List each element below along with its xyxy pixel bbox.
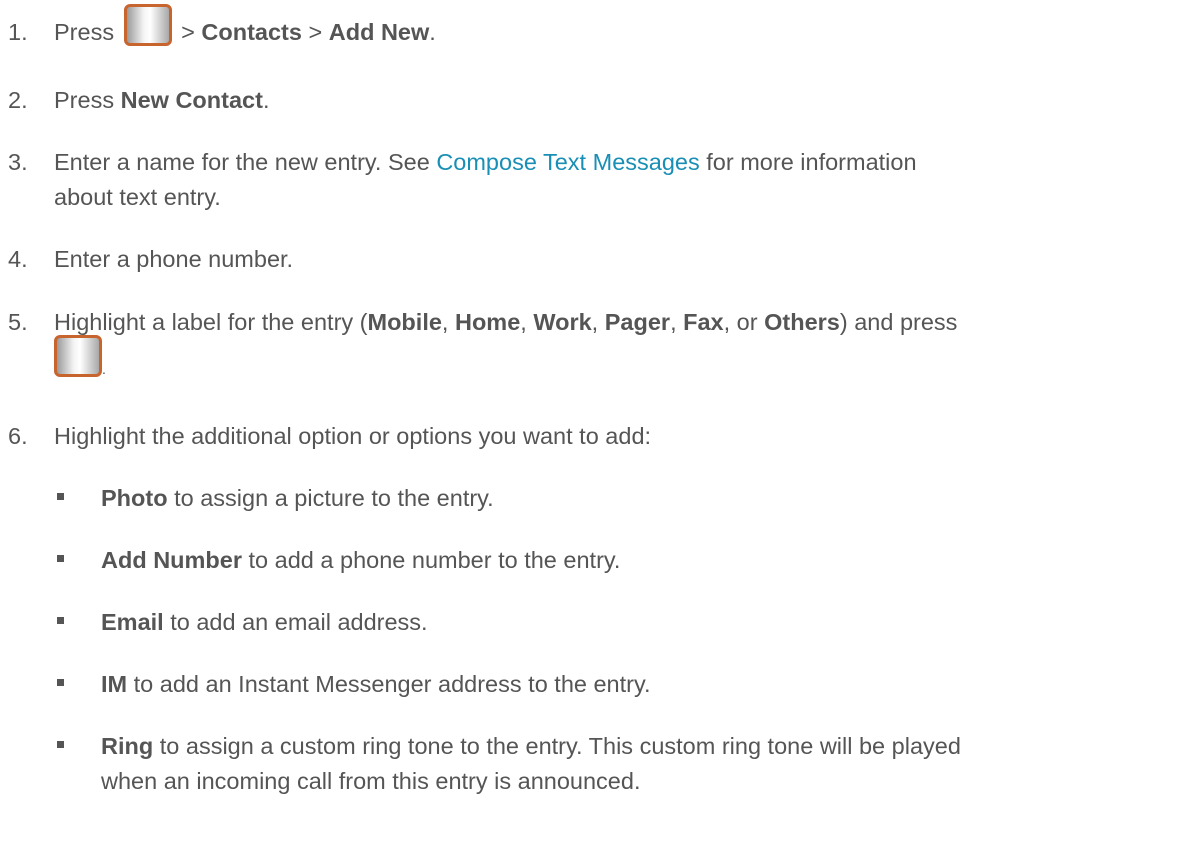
step-4: 4. Enter a phone number. bbox=[8, 242, 293, 277]
step-6: 6. Highlight the additional option or opt… bbox=[8, 419, 651, 454]
menu-key-icon bbox=[123, 4, 172, 46]
step-number: 3. bbox=[8, 149, 28, 175]
option-email: Email to add an email address. bbox=[57, 605, 428, 640]
step-number: 2. bbox=[8, 87, 28, 113]
step-2: 2. Press New Contact. bbox=[8, 83, 269, 118]
step-number: 6. bbox=[8, 423, 28, 449]
label-pager: Pager bbox=[604, 309, 671, 335]
square-bullet-icon bbox=[57, 741, 64, 749]
menu-item-new-contact: New Contact bbox=[120, 87, 263, 113]
step-3: 3. Enter a name for the new entry. See Co… bbox=[8, 145, 917, 180]
square-bullet-icon bbox=[57, 555, 64, 563]
step-number: 1. bbox=[8, 19, 28, 45]
instructions-document: 1. Press > Contacts > Add New. 2. Press Ne… bbox=[0, 0, 1188, 845]
label-work: Work bbox=[533, 309, 592, 335]
step-5: 5. Highlight a label for the entry (Mobil… bbox=[8, 305, 957, 340]
compose-text-messages-link[interactable]: Compose Text Messages bbox=[436, 149, 699, 175]
menu-item-add-new: Add New bbox=[328, 19, 430, 45]
square-bullet-icon bbox=[57, 679, 64, 687]
label-fax: Fax bbox=[683, 309, 724, 335]
label-home: Home bbox=[454, 309, 521, 335]
step-3-continuation: about text entry. bbox=[54, 184, 221, 210]
square-bullet-icon bbox=[57, 493, 64, 501]
step-number: 5. bbox=[8, 309, 28, 335]
step-text: Press bbox=[54, 19, 115, 45]
menu-item-contacts: Contacts bbox=[201, 19, 302, 45]
option-ring-continuation: when an incoming call from this entry is… bbox=[101, 768, 641, 794]
label-others: Others bbox=[764, 309, 840, 335]
step-5-continuation: . bbox=[54, 335, 106, 377]
square-bullet-icon bbox=[57, 617, 64, 625]
option-add-number: Add Number to add a phone number to the … bbox=[57, 543, 620, 578]
label-mobile: Mobile bbox=[367, 309, 442, 335]
step-number: 4. bbox=[8, 246, 28, 272]
step-1: 1. Press > Contacts > Add New. bbox=[8, 4, 436, 50]
option-photo: Photo to assign a picture to the entry. bbox=[57, 481, 494, 516]
option-ring: Ring to assign a custom ring tone to the… bbox=[57, 729, 961, 764]
option-im: IM to add an Instant Messenger address t… bbox=[57, 667, 651, 702]
menu-key-icon bbox=[54, 335, 102, 377]
